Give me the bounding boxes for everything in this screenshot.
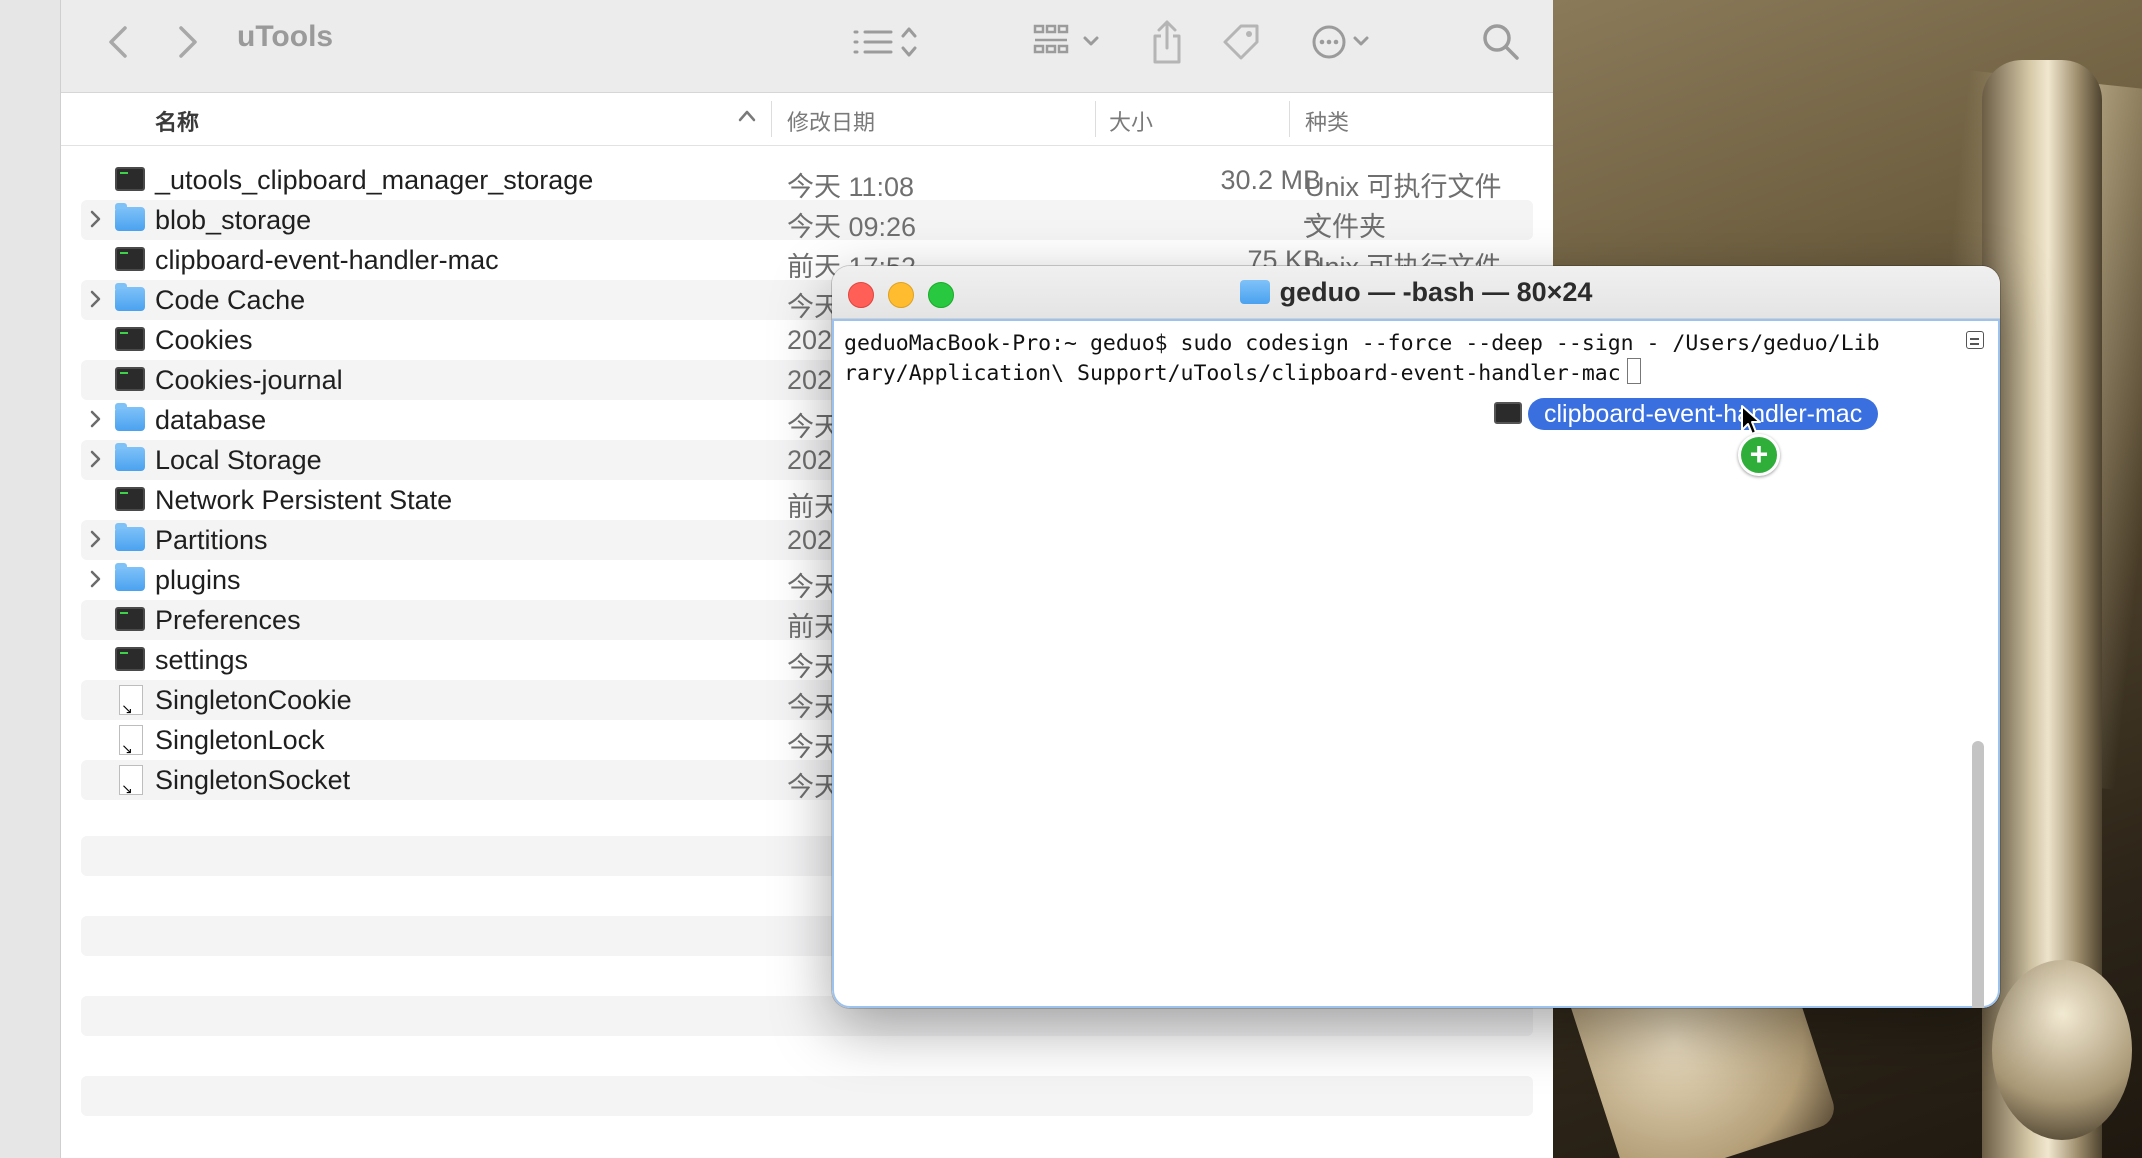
folder-icon — [115, 563, 145, 591]
file-name: settings — [155, 645, 249, 675]
alias-icon — [119, 685, 143, 715]
file-name: Network Persistent State — [155, 485, 453, 515]
file-name: Cookies-journal — [155, 365, 343, 395]
grid-icon — [1033, 24, 1099, 54]
file-size: 30.2 MB — [1220, 165, 1321, 195]
forward-button[interactable] — [173, 22, 203, 62]
terminal-titlebar[interactable]: geduo — -bash — 80×24 — [832, 266, 2000, 319]
file-size: -- — [1303, 205, 1321, 235]
text-cursor — [1626, 358, 1641, 384]
file-date: 202 — [787, 365, 833, 395]
list-view-button[interactable] — [851, 22, 921, 62]
wallpaper-lamp — [1992, 960, 2132, 1140]
chevron-left-icon — [109, 26, 127, 58]
alias-icon — [119, 765, 143, 795]
column-divider[interactable] — [1289, 101, 1290, 137]
search-button[interactable] — [1479, 20, 1523, 64]
file-name: SingletonCookie — [155, 685, 352, 715]
file-name: SingletonSocket — [155, 765, 351, 795]
disclosure-chevron-icon[interactable] — [89, 528, 103, 556]
terminal-line: geduoMacBook-Pro:~ geduo$ sudo codesign … — [844, 331, 1880, 356]
disclosure-chevron-icon[interactable] — [89, 408, 103, 436]
file-name: Code Cache — [155, 285, 306, 315]
list-view-icon — [853, 27, 917, 57]
file-row[interactable]: blob_storage 今天 09:26 -- 文件夹 — [81, 200, 1533, 242]
home-folder-icon — [1239, 280, 1270, 304]
scroll-split-icon[interactable] — [1966, 331, 1984, 349]
file-name: SingletonLock — [155, 725, 325, 755]
disclosure-chevron-icon[interactable] — [89, 288, 103, 316]
exec-icon — [115, 167, 145, 191]
terminal-window: geduo — -bash — 80×24 geduoMacBook-Pro:~… — [832, 266, 2000, 1008]
desktop-edge — [0, 0, 60, 1158]
dragged-file-label: clipboard-event-handler-mac — [1528, 398, 1879, 430]
exec-icon — [115, 327, 145, 351]
file-name: Preferences — [155, 605, 301, 635]
exec-icon — [115, 647, 145, 671]
exec-icon — [115, 367, 145, 391]
column-divider[interactable] — [1095, 101, 1096, 137]
copy-plus-icon: + — [1738, 434, 1780, 476]
chevron-right-icon — [179, 26, 197, 58]
back-button[interactable] — [103, 22, 133, 62]
disclosure-chevron-icon[interactable] — [89, 568, 103, 596]
exec-icon — [115, 247, 145, 271]
folder-icon — [115, 283, 145, 311]
share-icon — [1153, 20, 1181, 64]
column-size-header[interactable]: 大小 — [1109, 105, 1153, 137]
file-name: Local Storage — [155, 445, 322, 475]
exec-icon — [1494, 402, 1522, 424]
folder-icon — [115, 403, 145, 431]
folder-icon — [115, 523, 145, 551]
alias-icon — [119, 725, 143, 755]
disclosure-chevron-icon[interactable] — [89, 448, 103, 476]
terminal-title-text: geduo — -bash — 80×24 — [1279, 277, 1593, 307]
file-name: _utools_clipboard_manager_storage — [155, 165, 594, 195]
folder-icon — [115, 443, 145, 471]
share-button[interactable] — [1147, 18, 1187, 66]
file-date: 今天 09:26 — [787, 212, 917, 242]
sort-ascending-icon — [737, 105, 757, 133]
ellipsis-circle-icon — [1312, 25, 1369, 59]
disclosure-chevron-icon[interactable] — [89, 208, 103, 236]
window-title: uTools — [237, 20, 334, 53]
terminal-line: rary/Application\ Support/uTools/clipboa… — [844, 361, 1621, 386]
column-name-header[interactable]: 名称 — [155, 105, 199, 137]
file-name: Partitions — [155, 525, 268, 555]
file-date: 今天 11:08 — [787, 172, 915, 202]
terminal-output: geduoMacBook-Pro:~ geduo$ sudo codesign … — [844, 329, 1964, 388]
file-date: 202 — [787, 325, 833, 355]
exec-icon — [115, 487, 145, 511]
exec-icon — [115, 607, 145, 631]
file-name: plugins — [155, 565, 241, 595]
file-date: 202 — [787, 525, 833, 555]
file-name: Cookies — [155, 325, 253, 355]
more-actions-button[interactable] — [1309, 20, 1379, 64]
search-icon — [1483, 24, 1519, 60]
tag-icon — [1223, 24, 1259, 60]
file-kind: 文件夹 — [1305, 212, 1386, 242]
column-header: 名称 修改日期 大小 种类 — [61, 93, 1553, 146]
file-name: database — [155, 405, 267, 435]
file-kind: Unix 可执行文件 — [1305, 172, 1502, 202]
terminal-title: geduo — -bash — 80×24 — [832, 277, 2000, 308]
file-date: 202 — [787, 445, 833, 475]
finder-toolbar: uTools — [61, 0, 1553, 93]
folder-icon — [115, 203, 145, 231]
file-row[interactable]: _utools_clipboard_manager_storage 今天 11:0… — [61, 160, 1553, 202]
tag-button[interactable] — [1219, 20, 1263, 64]
group-view-button[interactable] — [1031, 22, 1111, 62]
column-divider[interactable] — [771, 101, 772, 137]
scrollbar-thumb[interactable] — [1972, 741, 1984, 1008]
file-name: clipboard-event-handler-mac — [155, 245, 499, 275]
column-kind-header[interactable]: 种类 — [1305, 105, 1349, 137]
file-name: blob_storage — [155, 205, 312, 235]
column-date-header[interactable]: 修改日期 — [787, 105, 875, 137]
empty-row — [81, 1076, 1533, 1116]
